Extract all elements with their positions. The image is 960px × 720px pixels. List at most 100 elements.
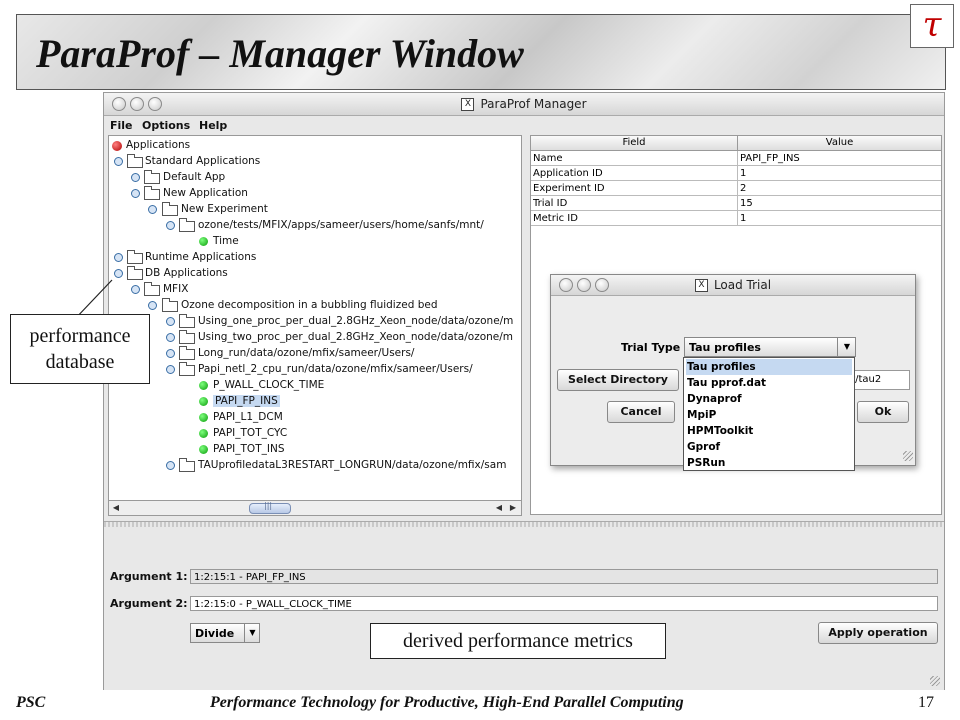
tau-logo: τ — [910, 4, 954, 48]
tree-node-label: ozone/tests/MFIX/apps/sameer/users/home/… — [198, 219, 484, 231]
expand-handle-icon[interactable] — [148, 301, 157, 310]
menu-bar: File Options Help — [104, 116, 944, 134]
tree-node-label: Long_run/data/ozone/mfix/sameer/Users/ — [198, 347, 415, 359]
expand-handle-icon[interactable] — [114, 157, 123, 166]
expand-handle-icon[interactable] — [131, 285, 140, 294]
menu-help[interactable]: Help — [199, 119, 227, 132]
applications-tree[interactable]: Applications Standard Applications Defau… — [108, 135, 522, 515]
dialog-titlebar[interactable]: X Load Trial — [551, 275, 915, 296]
folder-icon — [179, 330, 195, 344]
argument2-field[interactable]: 1:2:15:0 - P_WALL_CLOCK_TIME — [190, 596, 938, 611]
dialog-title: X Load Trial — [551, 278, 915, 292]
tree-node-label: Ozone decomposition in a bubbling fluidi… — [181, 299, 438, 311]
directory-path-field[interactable]: r/tau2 — [847, 370, 910, 390]
tree-node-label: Using_two_proc_per_dual_2.8GHz_Xeon_node… — [198, 331, 514, 343]
folder-icon — [127, 250, 143, 264]
tree-node-label: Time — [213, 235, 239, 247]
folder-icon — [179, 218, 195, 232]
table-cell[interactable]: 1 — [738, 211, 941, 226]
tree-node-label: Using_one_proc_per_dual_2.8GHz_Xeon_node… — [198, 315, 514, 327]
tau-logo-glyph: τ — [922, 5, 942, 45]
argument1-field[interactable]: 1:2:15:1 - PAPI_FP_INS — [190, 569, 938, 584]
slide-title: ParaProf – Manager Window — [36, 31, 524, 76]
cancel-button[interactable]: Cancel — [607, 401, 675, 423]
table-cell[interactable]: Application ID — [531, 166, 738, 181]
callout-text: performance — [29, 325, 131, 347]
menu-options[interactable]: Options — [142, 119, 190, 132]
scroll-left-icon[interactable]: ◀ — [110, 502, 122, 514]
performance-database-callout: performance database — [10, 314, 150, 384]
scroll-left-icon[interactable]: ◀ — [493, 502, 505, 514]
tree-node-label: Applications — [126, 139, 191, 151]
tree-node-label: Runtime Applications — [145, 251, 257, 263]
table-cell[interactable]: Name — [531, 151, 738, 166]
folder-icon — [162, 202, 178, 216]
dropdown-option[interactable]: PSRun — [686, 455, 852, 471]
column-header-value[interactable]: Value — [738, 136, 941, 151]
dropdown-option[interactable]: Tau pprof.dat — [686, 375, 852, 391]
dropdown-option[interactable]: HPMToolkit — [686, 423, 852, 439]
scroll-thumb[interactable]: ||| — [249, 501, 291, 514]
tree-node-label: TAUprofiledataL3RESTART_LONGRUN/data/ozo… — [198, 459, 507, 471]
resize-grip-icon[interactable] — [930, 676, 940, 686]
folder-icon — [179, 314, 195, 328]
select-directory-button[interactable]: Select Directory — [557, 369, 679, 391]
green-dot-icon — [199, 445, 208, 454]
expand-handle-icon[interactable] — [114, 253, 123, 262]
expand-handle-icon[interactable] — [166, 317, 175, 326]
operation-select[interactable]: Divide ▼ — [190, 623, 260, 643]
expand-handle-icon[interactable] — [166, 365, 175, 374]
tree-node-label: PAPI_FP_INS — [213, 395, 280, 407]
window-title: X ParaProf Manager — [104, 97, 944, 111]
table-cell[interactable]: Metric ID — [531, 211, 738, 226]
expand-handle-icon[interactable] — [131, 173, 140, 182]
trial-type-select[interactable]: Tau profiles ▼ — [684, 337, 856, 357]
expand-handle-icon[interactable] — [148, 205, 157, 214]
scroll-right-icon[interactable]: ▶ — [507, 502, 519, 514]
dropdown-option-selected[interactable]: Tau profiles — [686, 359, 852, 375]
table-cell[interactable]: PAPI_FP_INS — [738, 151, 941, 166]
folder-icon — [179, 346, 195, 360]
table-cell[interactable]: 15 — [738, 196, 941, 211]
split-pane-divider[interactable] — [104, 522, 944, 527]
folder-icon — [179, 362, 195, 376]
window-title-text: ParaProf Manager — [480, 97, 587, 111]
expand-handle-icon[interactable] — [166, 221, 175, 230]
argument2-label: Argument 2: — [110, 597, 188, 610]
dropdown-option[interactable]: Dynaprof — [686, 391, 852, 407]
resize-grip-icon[interactable] — [903, 451, 913, 461]
window-titlebar[interactable]: X ParaProf Manager — [104, 93, 944, 116]
table-cell[interactable]: Experiment ID — [531, 181, 738, 196]
dropdown-option[interactable]: Gprof — [686, 439, 852, 455]
footer-title: Performance Technology for Productive, H… — [210, 694, 684, 711]
apply-operation-button[interactable]: Apply operation — [818, 622, 938, 644]
menu-file[interactable]: File — [110, 119, 133, 132]
folder-icon — [127, 154, 143, 168]
derived-metric-panel: Argument 1: 1:2:15:1 - PAPI_FP_INS Argum… — [104, 521, 944, 690]
callout-text: database — [45, 351, 115, 373]
expand-handle-icon[interactable] — [166, 333, 175, 342]
folder-icon — [144, 186, 160, 200]
ok-button[interactable]: Ok — [857, 401, 909, 423]
tree-node-label: Default App — [163, 171, 226, 183]
table-cell[interactable]: Trial ID — [531, 196, 738, 211]
table-cell[interactable]: 1 — [738, 166, 941, 181]
trial-type-dropdown-list[interactable]: Tau profiles Tau pprof.dat Dynaprof MpiP… — [683, 357, 855, 471]
table-cell[interactable]: 2 — [738, 181, 941, 196]
dropdown-option[interactable]: MpiP — [686, 407, 852, 423]
footer-org: PSC — [16, 694, 46, 711]
column-header-field[interactable]: Field — [531, 136, 738, 151]
expand-handle-icon[interactable] — [166, 461, 175, 470]
tree-node-label: DB Applications — [145, 267, 228, 279]
expand-handle-icon[interactable] — [166, 349, 175, 358]
expand-handle-icon[interactable] — [131, 189, 140, 198]
tree-node-label: MFIX — [163, 283, 189, 295]
folder-icon — [179, 458, 195, 472]
tree-node-label: Standard Applications — [145, 155, 261, 167]
folder-icon — [144, 170, 160, 184]
folder-icon — [144, 282, 160, 296]
tree-horizontal-scrollbar[interactable]: ◀ ||| ◀ ▶ — [108, 500, 522, 516]
red-dot-icon — [112, 141, 122, 151]
operation-value: Divide — [195, 627, 235, 640]
argument1-label: Argument 1: — [110, 570, 188, 583]
